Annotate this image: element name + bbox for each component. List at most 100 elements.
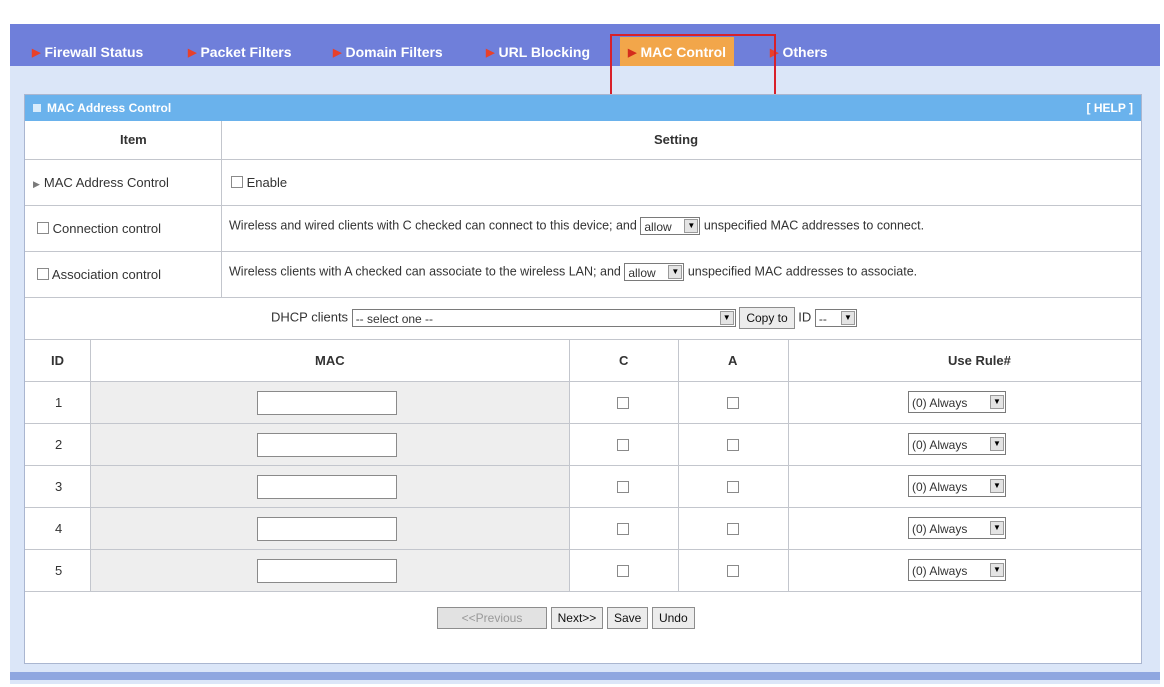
divider xyxy=(25,381,1141,382)
copy-to-button[interactable]: Copy to xyxy=(739,307,795,329)
chevron-down-icon: ▼ xyxy=(684,219,699,233)
divider xyxy=(25,297,1141,298)
tab-firewall-status[interactable]: ▶ Firewall Status xyxy=(32,37,143,66)
divider xyxy=(25,251,1141,252)
associate-checkbox[interactable] xyxy=(727,397,739,409)
enable-option[interactable]: Enable xyxy=(231,175,287,190)
association-policy-select[interactable]: allow ▼ xyxy=(624,263,685,281)
chevron-down-icon: ▼ xyxy=(990,563,1004,577)
divider xyxy=(678,339,679,591)
associate-checkbox[interactable] xyxy=(727,565,739,577)
chevron-down-icon: ▼ xyxy=(668,265,683,279)
chevron-down-icon: ▼ xyxy=(719,311,734,325)
divider xyxy=(25,549,1141,550)
associate-checkbox[interactable] xyxy=(727,481,739,493)
footer-bar xyxy=(10,672,1160,680)
arrow-icon: ▶ xyxy=(333,47,342,59)
arrow-icon: ▶ xyxy=(486,47,495,59)
use-rule-select[interactable]: (0) Always ▼ xyxy=(908,391,1006,413)
association-control-checkbox[interactable] xyxy=(37,268,49,280)
connect-checkbox[interactable] xyxy=(617,397,629,409)
section-bullet-icon xyxy=(33,104,41,112)
connect-checkbox[interactable] xyxy=(617,439,629,451)
section-title: MAC Address Control xyxy=(47,101,172,115)
divider xyxy=(25,465,1141,466)
chevron-down-icon: ▼ xyxy=(990,521,1004,535)
tab-label: Firewall Status xyxy=(44,44,144,60)
association-control-label[interactable]: Association control xyxy=(37,267,161,282)
divider xyxy=(90,339,91,591)
use-rule-column-header: Use Rule# xyxy=(948,353,1011,368)
connection-control-checkbox[interactable] xyxy=(37,222,49,234)
enable-checkbox[interactable] xyxy=(231,176,243,188)
chevron-down-icon: ▼ xyxy=(990,437,1004,451)
c-column-header: C xyxy=(619,353,629,368)
undo-button[interactable]: Undo xyxy=(651,607,695,629)
help-link[interactable]: [ HELP ] xyxy=(1087,95,1133,121)
tab-label: Domain Filters xyxy=(345,44,443,60)
dhcp-clients-row: DHCP clients -- select one -- ▼ Copy to I… xyxy=(271,307,857,329)
a-column-header: A xyxy=(728,353,738,368)
mac-input[interactable] xyxy=(257,517,397,541)
row-id: 2 xyxy=(55,437,63,452)
tab-bar: ▶ Firewall Status ▶ Packet Filters ▶ Domain… xyxy=(10,24,1160,66)
divider xyxy=(25,205,1141,206)
row-id: 4 xyxy=(55,521,63,536)
row-id: 1 xyxy=(55,395,63,410)
bullet-icon: ▶ xyxy=(33,179,40,189)
connect-checkbox[interactable] xyxy=(617,565,629,577)
tab-others[interactable]: ▶ Others xyxy=(770,37,828,66)
chevron-down-icon: ▼ xyxy=(990,395,1004,409)
connection-policy-select[interactable]: allow ▼ xyxy=(640,217,701,235)
arrow-icon: ▶ xyxy=(32,47,41,59)
divider xyxy=(25,159,1141,160)
action-buttons: <<Previous Next>> Save Undo xyxy=(437,607,695,629)
divider xyxy=(25,591,1141,592)
connection-control-setting: Wireless and wired clients with C checke… xyxy=(229,217,925,235)
use-rule-select[interactable]: (0) Always ▼ xyxy=(908,559,1006,581)
chevron-down-icon: ▼ xyxy=(990,479,1004,493)
associate-checkbox[interactable] xyxy=(727,439,739,451)
mac-input[interactable] xyxy=(257,391,397,415)
association-control-setting: Wireless clients with A checked can asso… xyxy=(229,263,918,281)
previous-button[interactable]: <<Previous xyxy=(437,607,547,629)
next-button[interactable]: Next>> xyxy=(550,607,604,629)
divider xyxy=(788,339,789,591)
tab-label: URL Blocking xyxy=(498,44,590,60)
mac-input[interactable] xyxy=(257,475,397,499)
save-button[interactable]: Save xyxy=(606,607,649,629)
section-header: MAC Address Control [ HELP ] xyxy=(25,95,1141,121)
divider xyxy=(221,121,222,297)
tab-packet-filters[interactable]: ▶ Packet Filters xyxy=(188,37,292,66)
tab-label: Packet Filters xyxy=(200,44,292,60)
item-header: Item xyxy=(120,132,147,147)
connect-checkbox[interactable] xyxy=(617,481,629,493)
mac-column-header: MAC xyxy=(315,353,345,368)
chevron-down-icon: ▼ xyxy=(840,311,855,325)
use-rule-select[interactable]: (0) Always ▼ xyxy=(908,475,1006,497)
row-id: 5 xyxy=(55,563,63,578)
divider xyxy=(25,423,1141,424)
tab-label: Others xyxy=(782,44,828,60)
divider xyxy=(25,507,1141,508)
divider xyxy=(569,339,570,591)
use-rule-select[interactable]: (0) Always ▼ xyxy=(908,517,1006,539)
tab-domain-filters[interactable]: ▶ Domain Filters xyxy=(333,37,443,66)
dhcp-clients-select[interactable]: -- select one -- ▼ xyxy=(351,309,736,327)
connection-control-label[interactable]: Connection control xyxy=(37,221,161,236)
arrow-icon: ▶ xyxy=(188,47,197,59)
row-id: 3 xyxy=(55,479,63,494)
mac-input[interactable] xyxy=(257,559,397,583)
use-rule-select[interactable]: (0) Always ▼ xyxy=(908,433,1006,455)
associate-checkbox[interactable] xyxy=(727,523,739,535)
router-admin-frame: ▶ Firewall Status ▶ Packet Filters ▶ Domain… xyxy=(10,24,1160,684)
connect-checkbox[interactable] xyxy=(617,523,629,535)
tab-url-blocking[interactable]: ▶ URL Blocking xyxy=(486,37,590,66)
mac-control-panel: MAC Address Control [ HELP ] Item Settin… xyxy=(24,94,1142,664)
divider xyxy=(25,339,1141,340)
mac-address-control-label: ▶ MAC Address Control xyxy=(33,175,169,190)
setting-header: Setting xyxy=(654,132,699,147)
mac-input[interactable] xyxy=(257,433,397,457)
copy-id-select[interactable]: -- ▼ xyxy=(814,309,857,327)
id-column-header: ID xyxy=(51,353,64,368)
